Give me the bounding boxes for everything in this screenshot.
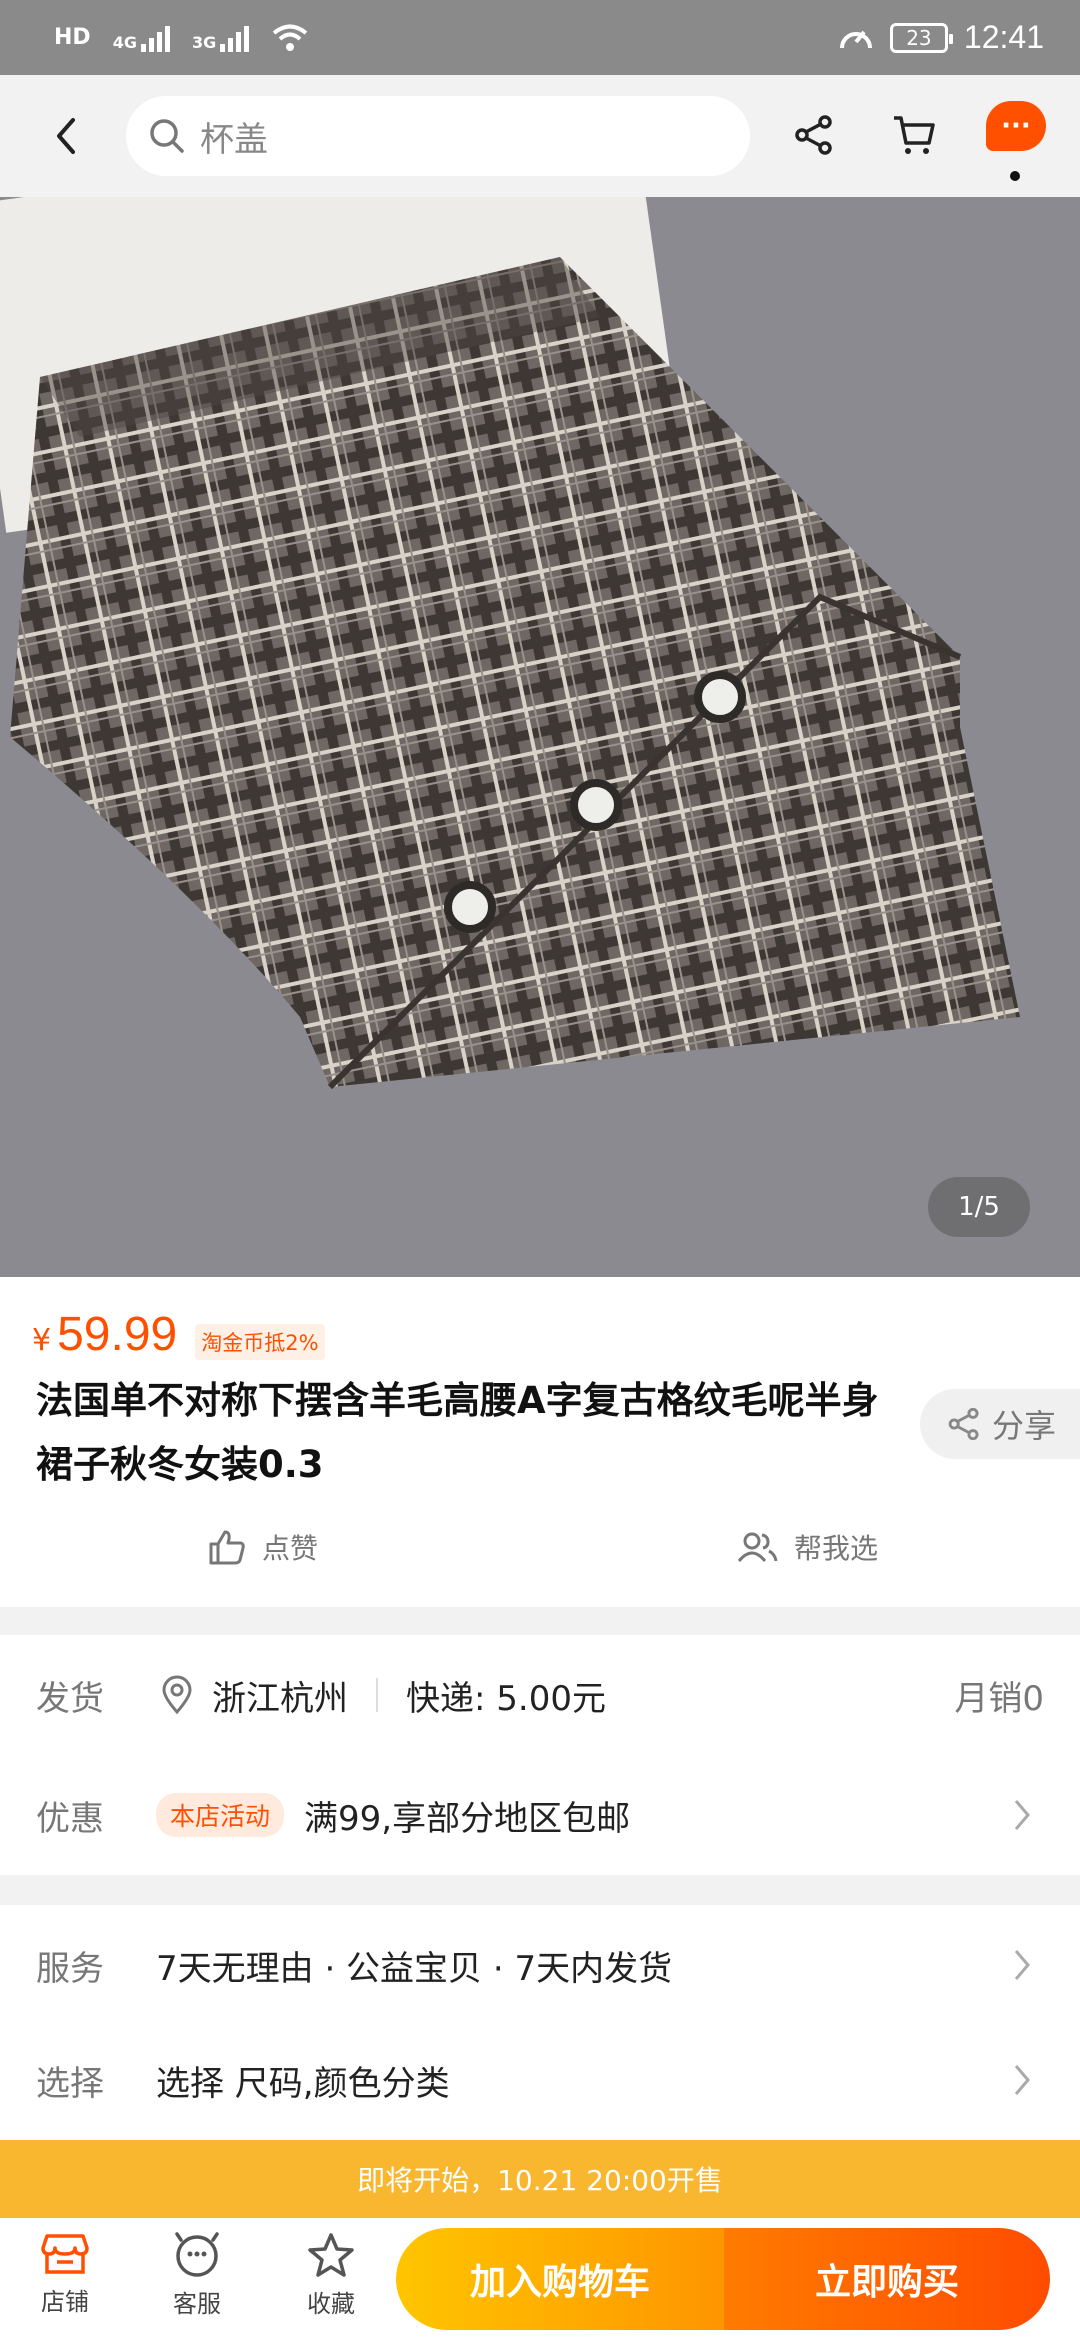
shipping-label: 发货 [36,1678,104,1719]
favorite-label: 收藏 [307,2290,355,2318]
store-icon [41,2234,89,2274]
sim2-signal: 3G [191,24,250,52]
search-icon [150,119,184,153]
shipping-section: 发货 浙江杭州 快递: 5.00元 月销0 优惠 本店活动 满99,享部分地区包… [0,1635,1080,1875]
promotion-label: 优惠 [36,1798,104,1839]
share-button[interactable] [774,95,854,175]
like-button[interactable]: 点赞 [208,1527,318,1567]
star-icon [308,2233,354,2277]
select-label: 选择 [36,2063,104,2104]
service-section: 服务 7天无理由 · 公益宝贝 · 7天内发货 选择 选择 尺码,颜色分类 [0,1905,1080,2140]
more-button[interactable]: ··· [986,101,1046,151]
wifi-icon [272,24,308,51]
signal-icon [220,24,250,52]
price-row: ¥ 59.99 淘金币抵2% [32,1307,325,1362]
add-to-cart-button[interactable]: 加入购物车 [396,2228,724,2330]
back-button[interactable] [26,96,106,176]
store-tab[interactable]: 店铺 [20,2232,110,2317]
product-photo [10,257,1020,1090]
location-pin-icon [162,1675,192,1715]
search-placeholder: 杯盖 [200,119,268,160]
like-label: 点赞 [262,1532,319,1565]
thumbs-up-icon [209,1530,245,1565]
presale-banner: 即将开始，10.21 20:00开售 [0,2140,1080,2218]
buy-now-button[interactable]: 立即购买 [724,2228,1050,2330]
promotion-row[interactable]: 优惠 本店活动 满99,享部分地区包邮 [0,1755,1080,1875]
speed-icon [839,30,872,48]
sim1-label: 4G [112,32,137,52]
service-label: 服务 [36,1948,104,1989]
express-fee: 快递: 5.00元 [406,1678,606,1719]
battery-icon: 23 [889,22,953,53]
help-choose-button[interactable]: 帮我选 [736,1527,878,1567]
service-text: 7天无理由 · 公益宝贝 · 7天内发货 [156,1948,673,1989]
select-text: 选择 尺码,颜色分类 [156,2063,450,2104]
promotion-text: 满99,享部分地区包邮 [304,1798,631,1839]
share-pill-button[interactable]: 分享 [920,1389,1080,1459]
image-counter: 1/5 [928,1177,1030,1237]
sim2-label: 3G [191,32,217,52]
sim1-signal: 4G [113,24,170,52]
coin-discount-badge: 淘金币抵2% [195,1324,325,1360]
chevron-right-icon [1002,1945,1042,1985]
customer-service-label: 客服 [173,2290,221,2318]
users-icon [737,1532,778,1562]
price: 59.99 [57,1308,178,1361]
search-input[interactable]: 杯盖 [126,96,750,176]
divider [376,1678,378,1712]
help-choose-label: 帮我选 [794,1532,879,1565]
chat-face-icon [175,2232,219,2277]
location-text: 浙江杭州 [212,1678,348,1719]
clock: 12:41 [963,19,1044,55]
hd-indicator: HD [54,25,91,50]
top-nav: 杯盖 ··· [0,75,1080,197]
store-label: 店铺 [41,2288,89,2316]
service-row[interactable]: 服务 7天无理由 · 公益宝贝 · 7天内发货 [0,1905,1080,2025]
battery-level: 23 [906,25,932,50]
shipping-row: 发货 浙江杭州 快递: 5.00元 月销0 [0,1635,1080,1755]
notification-dot [1010,171,1020,181]
store-activity-badge: 本店活动 [156,1793,285,1837]
product-title: 法国单不对称下摆含羊毛高腰A字复古格纹毛呢半身裙子秋冬女装0.3 [36,1379,879,1486]
favorite-tab[interactable]: 收藏 [286,2232,376,2319]
cart-button[interactable] [874,95,954,175]
customer-service-tab[interactable]: 客服 [152,2232,242,2319]
bottom-action-bar: 店铺 客服 收藏 加入购物车 立即购买 [0,2218,1080,2340]
shipping-location: 浙江杭州 快递: 5.00元 [160,1671,606,1720]
status-bar: HD 4G 3G 23 12:41 [0,0,1080,75]
status-left: HD 4G 3G [54,23,309,53]
cart-icon [894,116,935,154]
back-icon [57,118,75,154]
select-row[interactable]: 选择 选择 尺码,颜色分类 [0,2020,1080,2140]
monthly-sales: 月销0 [954,1678,1044,1719]
status-right: 23 12:41 [838,19,1044,56]
share-label: 分享 [992,1407,1057,1445]
price-currency: ¥ [32,1323,52,1358]
signal-icon [140,24,170,52]
share-icon [948,1407,979,1441]
product-gallery[interactable]: 1/5 [0,197,1080,1277]
chevron-right-icon [1002,1795,1042,1835]
share-icon [795,115,832,155]
promotion-value: 本店活动 满99,享部分地区包邮 [156,1791,630,1840]
chevron-right-icon [1002,2060,1042,2100]
product-info: ¥ 59.99 淘金币抵2% 法国单不对称下摆含羊毛高腰A字复古格纹毛呢半身裙子… [0,1277,1080,1607]
